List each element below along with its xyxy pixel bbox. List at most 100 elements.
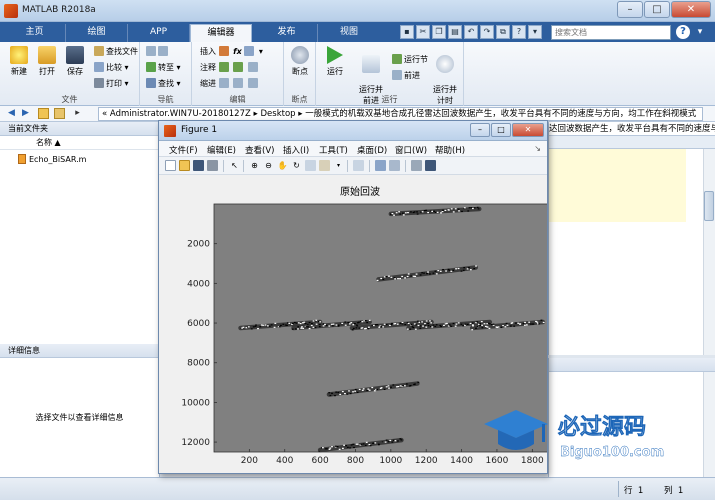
echo-speckle xyxy=(412,326,415,329)
echo-speckle xyxy=(529,323,532,325)
menu-help[interactable]: 帮助(H) xyxy=(435,144,465,156)
file-list-item[interactable]: Echo_BiSAR.m xyxy=(18,154,86,164)
breakpoints-button[interactable]: 断点 xyxy=(287,46,313,77)
redo-quick-icon[interactable]: ↷ xyxy=(480,25,494,39)
breakpoints-label: 断点 xyxy=(292,67,308,76)
figure-maximize-button[interactable]: □ xyxy=(491,123,511,137)
echo-speckle xyxy=(376,388,379,391)
path-dropdown-icon[interactable]: ▸ xyxy=(72,108,83,119)
echo-speckle xyxy=(387,385,390,387)
save-quick-icon[interactable]: ▪ xyxy=(400,25,414,39)
insert-button[interactable]: 插入 fx ▾ xyxy=(200,45,263,58)
echo-speckle xyxy=(390,386,392,388)
menu-tools[interactable]: 工具(T) xyxy=(319,144,348,156)
figure-title-bar[interactable]: Figure 1 – □ ✕ xyxy=(159,121,547,141)
minimize-button[interactable]: – xyxy=(617,1,643,18)
menu-window[interactable]: 窗口(W) xyxy=(395,144,427,156)
tab-home[interactable]: 主页 xyxy=(4,24,66,42)
find-button[interactable]: 查找 ▾ xyxy=(146,77,181,90)
data-cursor-icon[interactable] xyxy=(305,160,316,171)
goto-button[interactable]: 转至 ▾ xyxy=(146,61,181,74)
find-files-button[interactable]: 查找文件 xyxy=(94,45,138,58)
echo-speckle xyxy=(366,389,369,392)
new-figure-icon[interactable] xyxy=(165,160,176,171)
current-folder-path[interactable]: « Administrator.WIN7U-20180127Z ▸ Deskto… xyxy=(98,107,703,121)
echo-speckle xyxy=(352,443,355,445)
print-figure-icon[interactable] xyxy=(207,160,218,171)
browse-folder-icon[interactable] xyxy=(54,108,65,119)
paste-quick-icon[interactable]: ▤ xyxy=(448,25,462,39)
switch-windows-icon[interactable]: ⧉ xyxy=(496,25,510,39)
maximize-button[interactable]: □ xyxy=(644,1,670,18)
tab-view[interactable]: 视图 xyxy=(318,24,380,42)
compare-label: 比较 xyxy=(106,63,122,72)
advance-button[interactable]: 前进 xyxy=(392,69,420,82)
comment-button[interactable]: 注释 xyxy=(200,61,260,74)
show-plot-tools-icon[interactable] xyxy=(425,160,436,171)
menu-view[interactable]: 查看(V) xyxy=(245,144,274,156)
pan-hand-icon[interactable]: ✋ xyxy=(277,160,288,171)
echo-speckle xyxy=(341,447,344,449)
editor-scrollbar[interactable] xyxy=(703,149,715,355)
echo-speckle xyxy=(525,324,528,326)
menu-edit[interactable]: 编辑(E) xyxy=(207,144,236,156)
editor-scroll-thumb[interactable] xyxy=(704,191,714,221)
save-figure-icon[interactable] xyxy=(193,160,204,171)
fx-icon[interactable]: fx xyxy=(233,47,242,56)
collapse-ribbon-icon[interactable]: ▾ xyxy=(693,25,707,39)
copy-quick-icon[interactable]: ❐ xyxy=(432,25,446,39)
run-button[interactable]: 运行 xyxy=(322,46,348,77)
echo-speckle xyxy=(436,211,439,213)
tab-editor[interactable]: 编辑器 xyxy=(190,24,252,42)
zoom-out-icon[interactable]: ⊖ xyxy=(263,160,274,171)
echo-speckle xyxy=(435,273,438,275)
tab-plots[interactable]: 绘图 xyxy=(66,24,128,42)
tab-publish[interactable]: 发布 xyxy=(256,24,318,42)
open-button[interactable]: 打开 xyxy=(34,46,60,77)
forward-arrow-icon[interactable]: ▶ xyxy=(20,108,31,119)
name-column-header[interactable]: 名称 ▲ xyxy=(0,136,159,150)
zoom-in-icon[interactable]: ⊕ xyxy=(249,160,260,171)
edit-plot-arrow-icon[interactable]: ↖ xyxy=(229,160,240,171)
up-folder-icon[interactable] xyxy=(38,108,49,119)
indent-button[interactable]: 缩进 xyxy=(200,77,260,90)
insert-legend-icon[interactable] xyxy=(389,160,400,171)
close-button[interactable]: ✕ xyxy=(671,1,711,18)
help-quick-icon[interactable]: ? xyxy=(512,25,526,39)
back-arrow-icon[interactable]: ◀ xyxy=(6,108,17,119)
echo-speckle xyxy=(448,269,451,271)
brush-dropdown-icon[interactable]: ▾ xyxy=(333,160,344,171)
hide-plot-tools-icon[interactable] xyxy=(411,160,422,171)
rotate-3d-icon[interactable]: ↻ xyxy=(291,160,302,171)
echo-speckle xyxy=(429,320,431,322)
figure-minimize-button[interactable]: – xyxy=(470,123,490,137)
echo-speckle xyxy=(403,385,406,387)
compare-button[interactable]: 比较 ▾ xyxy=(94,61,129,74)
link-plot-icon[interactable] xyxy=(353,160,364,171)
dropdown-quick-icon[interactable]: ▾ xyxy=(528,25,542,39)
print-button[interactable]: 打印 ▾ xyxy=(94,77,129,90)
tab-apps[interactable]: APP xyxy=(128,24,190,42)
echo-speckle xyxy=(364,319,367,322)
cut-quick-icon[interactable]: ✂ xyxy=(416,25,430,39)
menu-file[interactable]: 文件(F) xyxy=(169,144,198,156)
new-button[interactable]: 新建 xyxy=(6,46,32,77)
echo-speckle xyxy=(262,324,265,326)
search-documentation-input[interactable]: 搜索文档 xyxy=(551,25,671,40)
brush-icon[interactable] xyxy=(319,160,330,171)
echo-speckle xyxy=(441,211,444,213)
figure-close-button[interactable]: ✕ xyxy=(512,123,544,137)
editor-code-area[interactable] xyxy=(549,149,686,222)
save-button[interactable]: 保存 xyxy=(62,46,88,77)
echo-speckle xyxy=(522,323,525,325)
dock-arrow-icon[interactable]: ↘ xyxy=(534,144,541,153)
undo-quick-icon[interactable]: ↶ xyxy=(464,25,478,39)
open-file-icon[interactable] xyxy=(179,160,190,171)
column-indicator: 列 1 xyxy=(664,484,683,496)
insert-colorbar-icon[interactable] xyxy=(375,160,386,171)
menu-insert[interactable]: 插入(I) xyxy=(283,144,309,156)
menu-desktop[interactable]: 桌面(D) xyxy=(357,144,387,156)
help-icon[interactable]: ? xyxy=(676,25,690,39)
back-forward-buttons[interactable] xyxy=(146,45,170,58)
run-section-button[interactable]: 运行节 xyxy=(392,53,428,66)
